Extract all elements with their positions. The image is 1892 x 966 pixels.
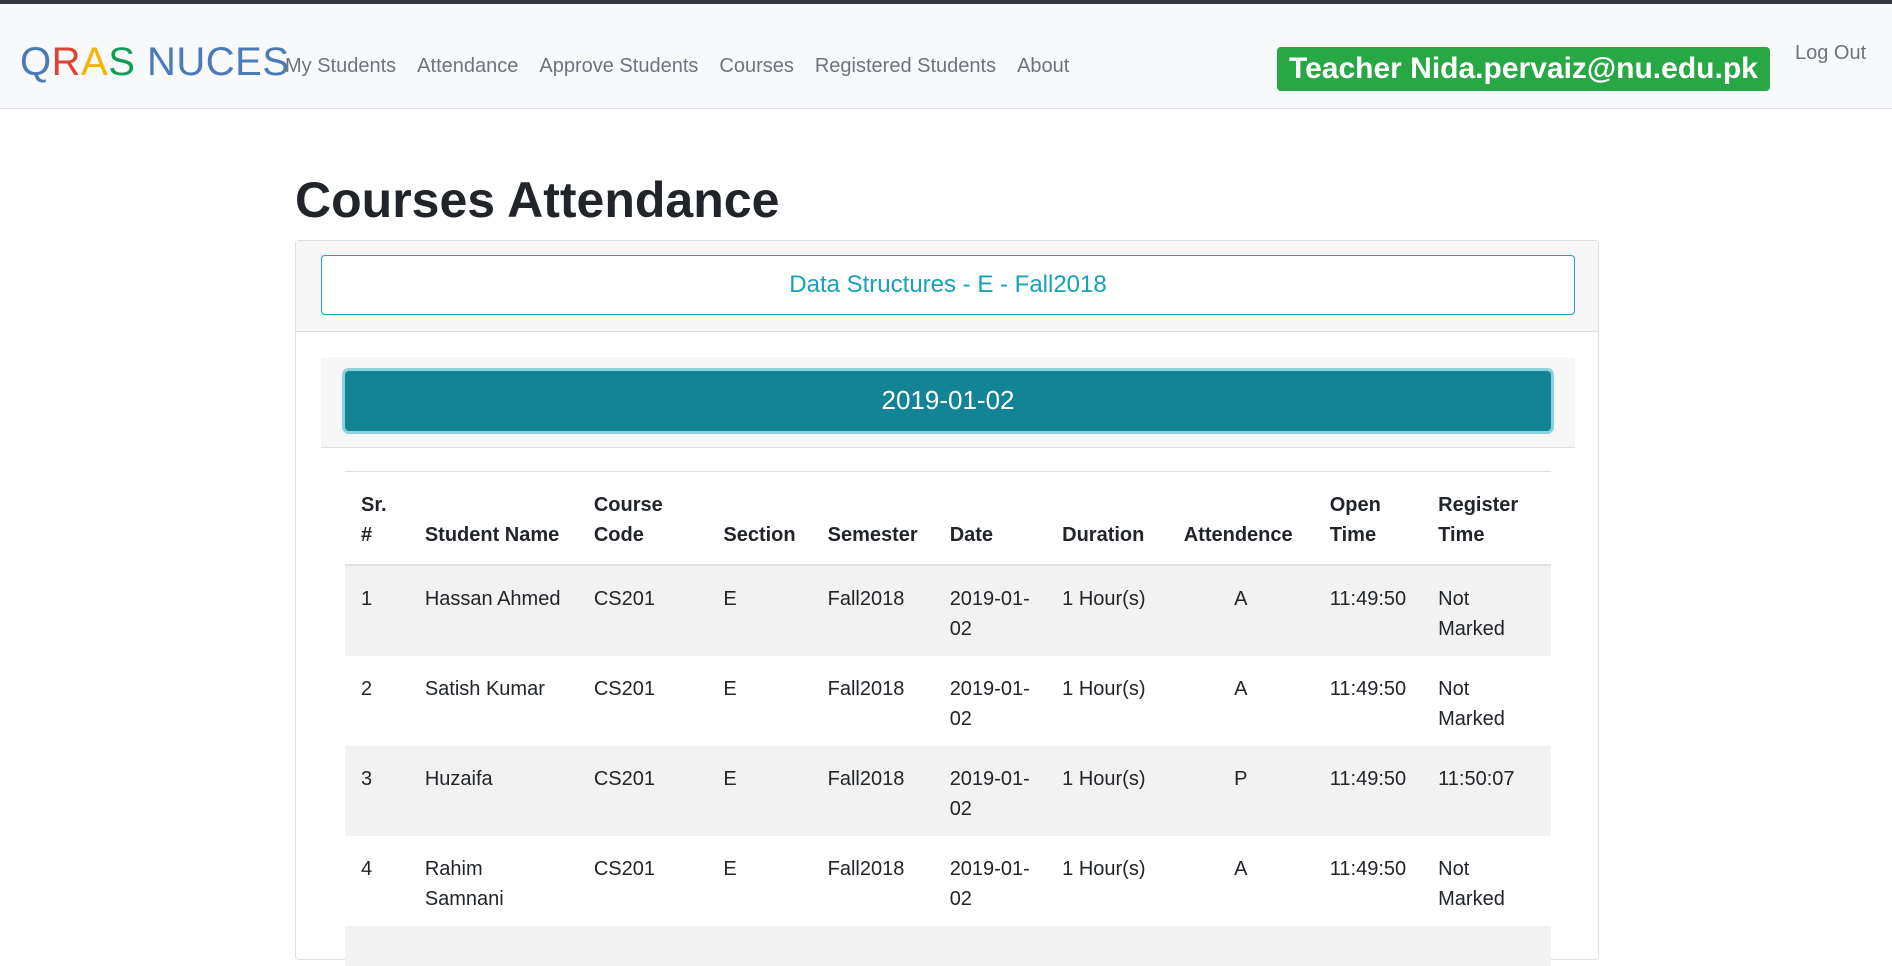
brand-letter: A: [81, 40, 109, 84]
cell-section: E: [723, 768, 737, 790]
attendance-table: Sr. # Student Name Course Code Section S…: [345, 472, 1551, 966]
table-header-row: Sr. # Student Name Course Code Section S…: [345, 472, 1551, 566]
cell-date: 2019-01-02: [949, 768, 1030, 820]
brand-letter: S: [108, 40, 136, 84]
header-sr: Sr. #: [345, 472, 409, 566]
cell-student-name: Rahim Samnani: [424, 858, 504, 910]
brand-logo[interactable]: QRAS NUCES: [20, 40, 290, 84]
cell-register-time: Not Marked: [1438, 678, 1505, 730]
cell-register-time: 11:50:07: [1438, 768, 1515, 790]
course-button[interactable]: Data Structures - E - Fall2018: [321, 255, 1575, 315]
nav-link-registered-students[interactable]: Registered Students: [815, 52, 996, 80]
cell-date: 2019-01-02: [949, 588, 1030, 640]
cell-attendence: A: [1234, 858, 1248, 880]
header-student-name: Student Name: [408, 472, 578, 566]
nav-link-about[interactable]: About: [1017, 52, 1069, 80]
cell-attendence: A: [1234, 678, 1248, 700]
cell-sr: 4: [361, 858, 373, 880]
brand-letter: R: [51, 40, 82, 84]
table-row-partial: [345, 926, 1551, 966]
cell-student-name: Satish Kumar: [424, 678, 545, 700]
course-card-header: Data Structures - E - Fall2018: [296, 241, 1598, 332]
cell-section: E: [723, 588, 737, 610]
cell-student-name: Huzaifa: [424, 768, 493, 790]
nav-links: My Students Attendance Approve Students …: [285, 52, 1090, 80]
nav-link-approve-students[interactable]: Approve Students: [539, 52, 698, 80]
brand-letter: NUCES: [135, 40, 290, 84]
table-row: 1 Hassan Ahmed CS201 E Fall2018 2019-01-…: [345, 565, 1551, 656]
cell-duration: 1 Hour(s): [1062, 588, 1146, 610]
cell-semester: Fall2018: [827, 588, 905, 610]
cell-student-name: Hassan Ahmed: [424, 588, 561, 610]
cell-register-time: Not Marked: [1438, 858, 1505, 910]
nav-link-my-students[interactable]: My Students: [285, 52, 396, 80]
header-open-time: Open Time: [1313, 472, 1423, 566]
course-card: Data Structures - E - Fall2018 2019-01-0…: [295, 240, 1599, 966]
page-title: Courses Attendance: [295, 172, 780, 228]
cell-course-code: CS201: [593, 768, 655, 790]
table-row: 4 Rahim Samnani CS201 E Fall2018 2019-01…: [345, 836, 1551, 926]
cell-duration: 1 Hour(s): [1062, 768, 1146, 790]
cell-semester: Fall2018: [827, 768, 905, 790]
header-course-code: Course Code: [577, 472, 708, 566]
cell-open-time: 11:49:50: [1329, 678, 1407, 700]
brand-letter: Q: [20, 40, 52, 84]
cell-open-time: 11:49:50: [1329, 768, 1407, 790]
date-section: 2019-01-02: [321, 357, 1575, 448]
date-button[interactable]: 2019-01-02: [345, 371, 1551, 431]
cell-duration: 1 Hour(s): [1062, 858, 1146, 880]
table-row: 3 Huzaifa CS201 E Fall2018 2019-01-02 1 …: [345, 746, 1551, 836]
cell-sr: 2: [361, 678, 373, 700]
cell-course-code: CS201: [593, 678, 655, 700]
cell-attendence: A: [1234, 588, 1248, 610]
cell-sr: 3: [361, 768, 373, 790]
cell-register-time: Not Marked: [1438, 588, 1505, 640]
cell-section: E: [723, 678, 737, 700]
nav-link-courses[interactable]: Courses: [719, 52, 793, 80]
cell-semester: Fall2018: [827, 678, 905, 700]
table-row: 2 Satish Kumar CS201 E Fall2018 2019-01-…: [345, 656, 1551, 746]
cell-date: 2019-01-02: [949, 858, 1030, 910]
cell-course-code: CS201: [593, 858, 655, 880]
cell-sr: 1: [361, 588, 373, 610]
cell-open-time: 11:49:50: [1329, 858, 1407, 880]
cell-section: E: [723, 858, 737, 880]
table-row: [345, 926, 1551, 966]
cell-semester: Fall2018: [827, 858, 905, 880]
cell-open-time: 11:49:50: [1329, 588, 1407, 610]
nav-link-attendance[interactable]: Attendance: [417, 52, 518, 80]
header-duration: Duration: [1046, 472, 1168, 566]
cell-date: 2019-01-02: [949, 678, 1030, 730]
header-date: Date: [933, 472, 1047, 566]
cell-course-code: CS201: [593, 588, 655, 610]
top-navbar: QRAS NUCES My Students Attendance Approv…: [0, 4, 1892, 109]
logout-link[interactable]: Log Out: [1795, 42, 1866, 65]
teacher-badge: Teacher Nida.pervaiz@nu.edu.pk: [1277, 47, 1770, 91]
header-attendence: Attendence: [1167, 472, 1314, 566]
header-section: Section: [707, 472, 812, 566]
attendance-table-wrap: Sr. # Student Name Course Code Section S…: [345, 471, 1551, 966]
cell-duration: 1 Hour(s): [1062, 678, 1146, 700]
cell-attendence: P: [1234, 768, 1248, 790]
header-register-time: Register Time: [1422, 472, 1551, 566]
header-semester: Semester: [811, 472, 934, 566]
